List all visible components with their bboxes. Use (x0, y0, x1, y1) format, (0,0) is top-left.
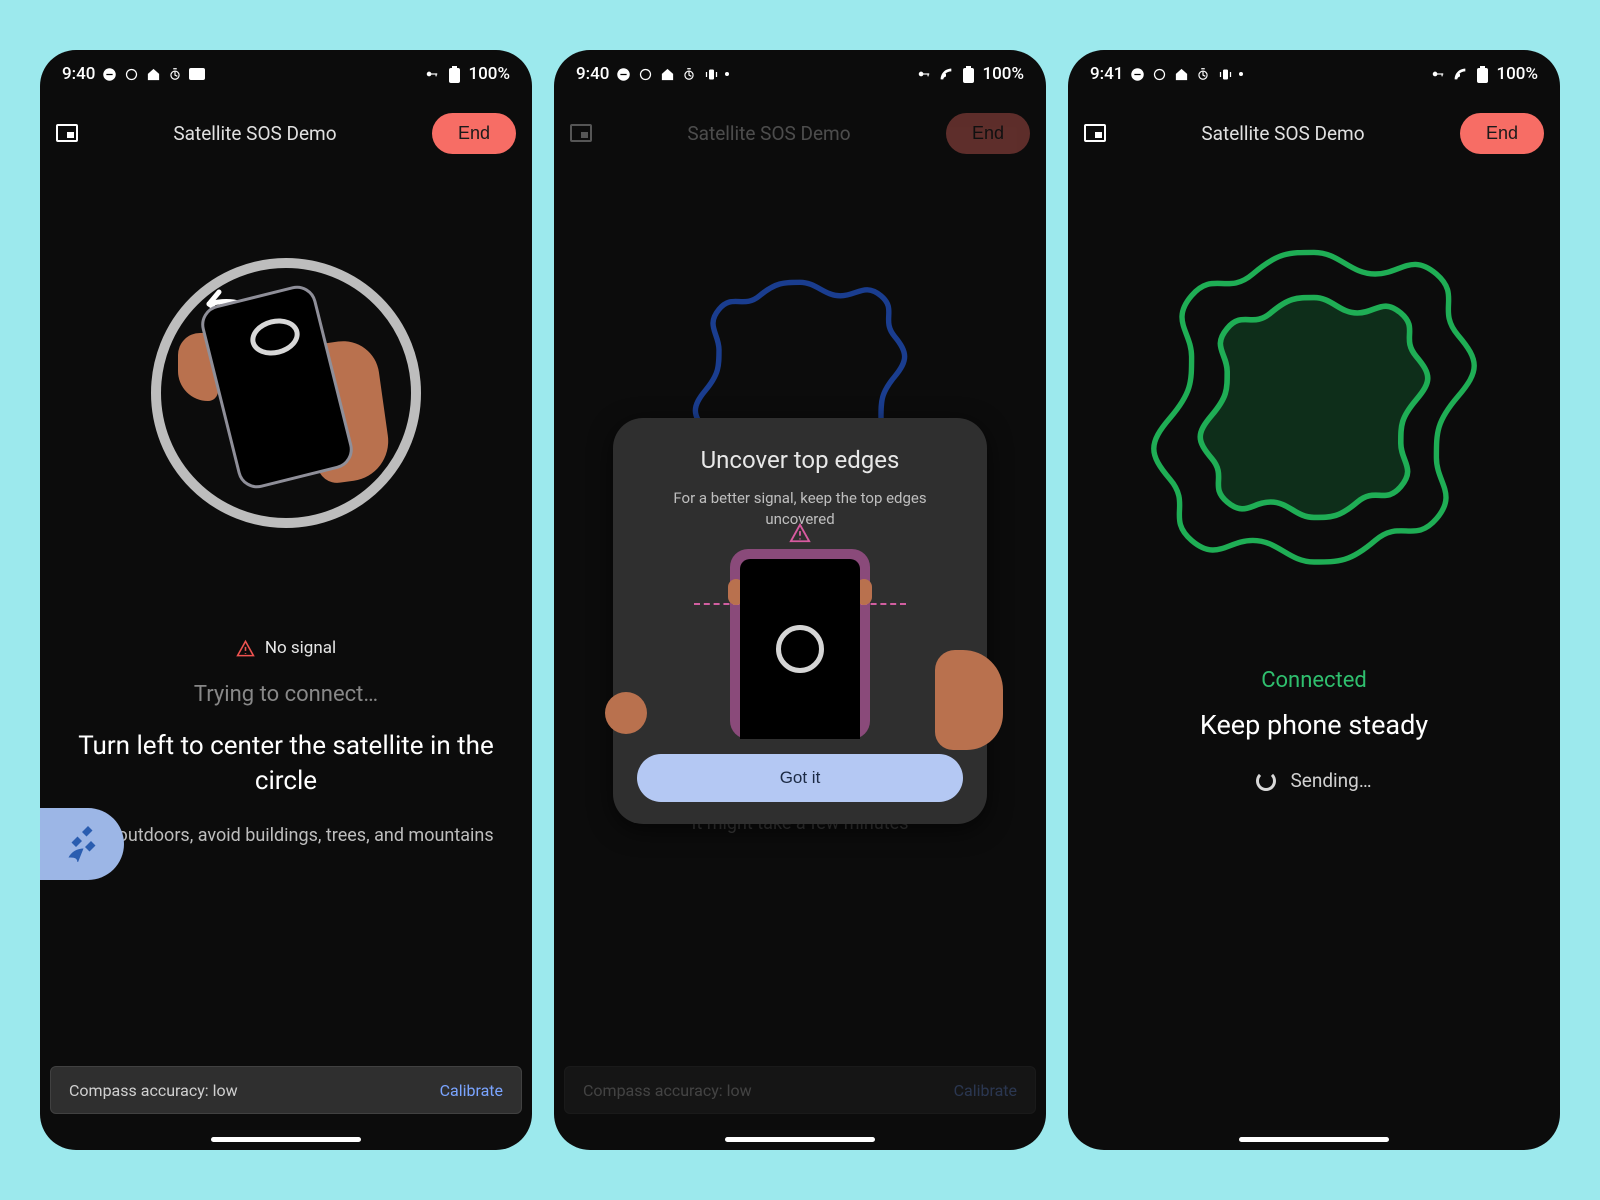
steady-text: Keep phone steady (1200, 709, 1428, 741)
compass-accuracy-bar: Compass accuracy: low Calibrate (50, 1066, 522, 1114)
phone-screen-3: 9:41 100% Satellite SOS Demo End (1068, 50, 1560, 1150)
connected-label: Connected (1261, 668, 1367, 693)
clock: 9:40 (62, 64, 95, 84)
dnd-icon (615, 66, 631, 82)
status-bar: 9:41 100% (1068, 50, 1560, 98)
satellite-signal-icon (938, 66, 954, 82)
stopwatch-icon (1195, 66, 1211, 82)
phone-screen-2: 9:40 100% Satellite SOS Demo End Stay ou… (554, 50, 1046, 1150)
compass-label: Compass accuracy: low (583, 1081, 752, 1100)
badge-icon (189, 66, 205, 82)
pip-icon[interactable] (1084, 124, 1106, 142)
end-button[interactable]: End (946, 113, 1030, 154)
status-bar: 9:40 100% (554, 50, 1046, 98)
vpn-key-icon (424, 66, 440, 82)
warning-triangle-icon (236, 639, 255, 658)
clock: 9:41 (1090, 64, 1123, 84)
warning-triangle-icon (789, 522, 811, 544)
stopwatch-icon (167, 66, 183, 82)
instruction-text: Turn left to center the satellite in the… (40, 729, 532, 799)
connection-rings (1134, 238, 1494, 598)
location-icon (123, 66, 139, 82)
overflow-dot-icon (1239, 72, 1243, 76)
sending-text: Sending… (1290, 769, 1371, 792)
page-title: Satellite SOS Demo (1118, 122, 1448, 145)
calibrate-link[interactable]: Calibrate (954, 1081, 1017, 1100)
app-bar: Satellite SOS Demo End (554, 98, 1046, 168)
sending-row: Sending… (1256, 769, 1371, 792)
home-icon (145, 66, 161, 82)
pip-icon[interactable] (570, 124, 592, 142)
battery-icon (1474, 66, 1490, 82)
nav-pill[interactable] (211, 1137, 361, 1142)
nav-pill[interactable] (1239, 1137, 1389, 1142)
vibrate-icon (1217, 66, 1233, 82)
satellite-signal-icon (1452, 66, 1468, 82)
nav-pill[interactable] (725, 1137, 875, 1142)
screen1-content: No signal Trying to connect… Turn left t… (40, 168, 532, 1150)
clock: 9:40 (576, 64, 609, 84)
satellite-peek-icon (40, 808, 124, 880)
stopwatch-icon (681, 66, 697, 82)
battery-icon (446, 66, 462, 82)
vpn-key-icon (916, 66, 932, 82)
compass-accuracy-bar: Compass accuracy: low Calibrate (564, 1066, 1036, 1114)
aiming-circle (151, 258, 421, 528)
dialog-title: Uncover top edges (637, 446, 963, 474)
home-icon (659, 66, 675, 82)
no-signal-text: No signal (265, 638, 336, 658)
calibrate-link[interactable]: Calibrate (440, 1081, 503, 1100)
overflow-dot-icon (725, 72, 729, 76)
spinner-icon (1256, 771, 1276, 791)
screen3-content: Connected Keep phone steady Sending… (1068, 168, 1560, 1150)
hand-phone-illustration (206, 293, 366, 493)
battery-text: 100% (982, 64, 1024, 84)
status-bar: 9:40 100% (40, 50, 532, 98)
battery-icon (960, 66, 976, 82)
vpn-key-icon (1430, 66, 1446, 82)
location-icon (1151, 66, 1167, 82)
connecting-text: Trying to connect… (194, 682, 378, 707)
uncover-edges-dialog: Uncover top edges For a better signal, k… (613, 418, 987, 824)
end-button[interactable]: End (1460, 113, 1544, 154)
dnd-icon (1129, 66, 1145, 82)
compass-label: Compass accuracy: low (69, 1081, 238, 1100)
dialog-illustration (637, 544, 963, 744)
app-bar: Satellite SOS Demo End (40, 98, 532, 168)
pip-icon[interactable] (56, 124, 78, 142)
home-icon (1173, 66, 1189, 82)
end-button[interactable]: End (432, 113, 516, 154)
location-icon (637, 66, 653, 82)
battery-text: 100% (1496, 64, 1538, 84)
app-bar: Satellite SOS Demo End (1068, 98, 1560, 168)
page-title: Satellite SOS Demo (90, 122, 420, 145)
dnd-icon (101, 66, 117, 82)
battery-text: 100% (468, 64, 510, 84)
phone-screen-1: 9:40 100% Satellite SOS Demo End (40, 50, 532, 1150)
page-title: Satellite SOS Demo (604, 122, 934, 145)
no-signal-row: No signal (236, 638, 336, 658)
got-it-button[interactable]: Got it (637, 754, 963, 802)
vibrate-icon (703, 66, 719, 82)
